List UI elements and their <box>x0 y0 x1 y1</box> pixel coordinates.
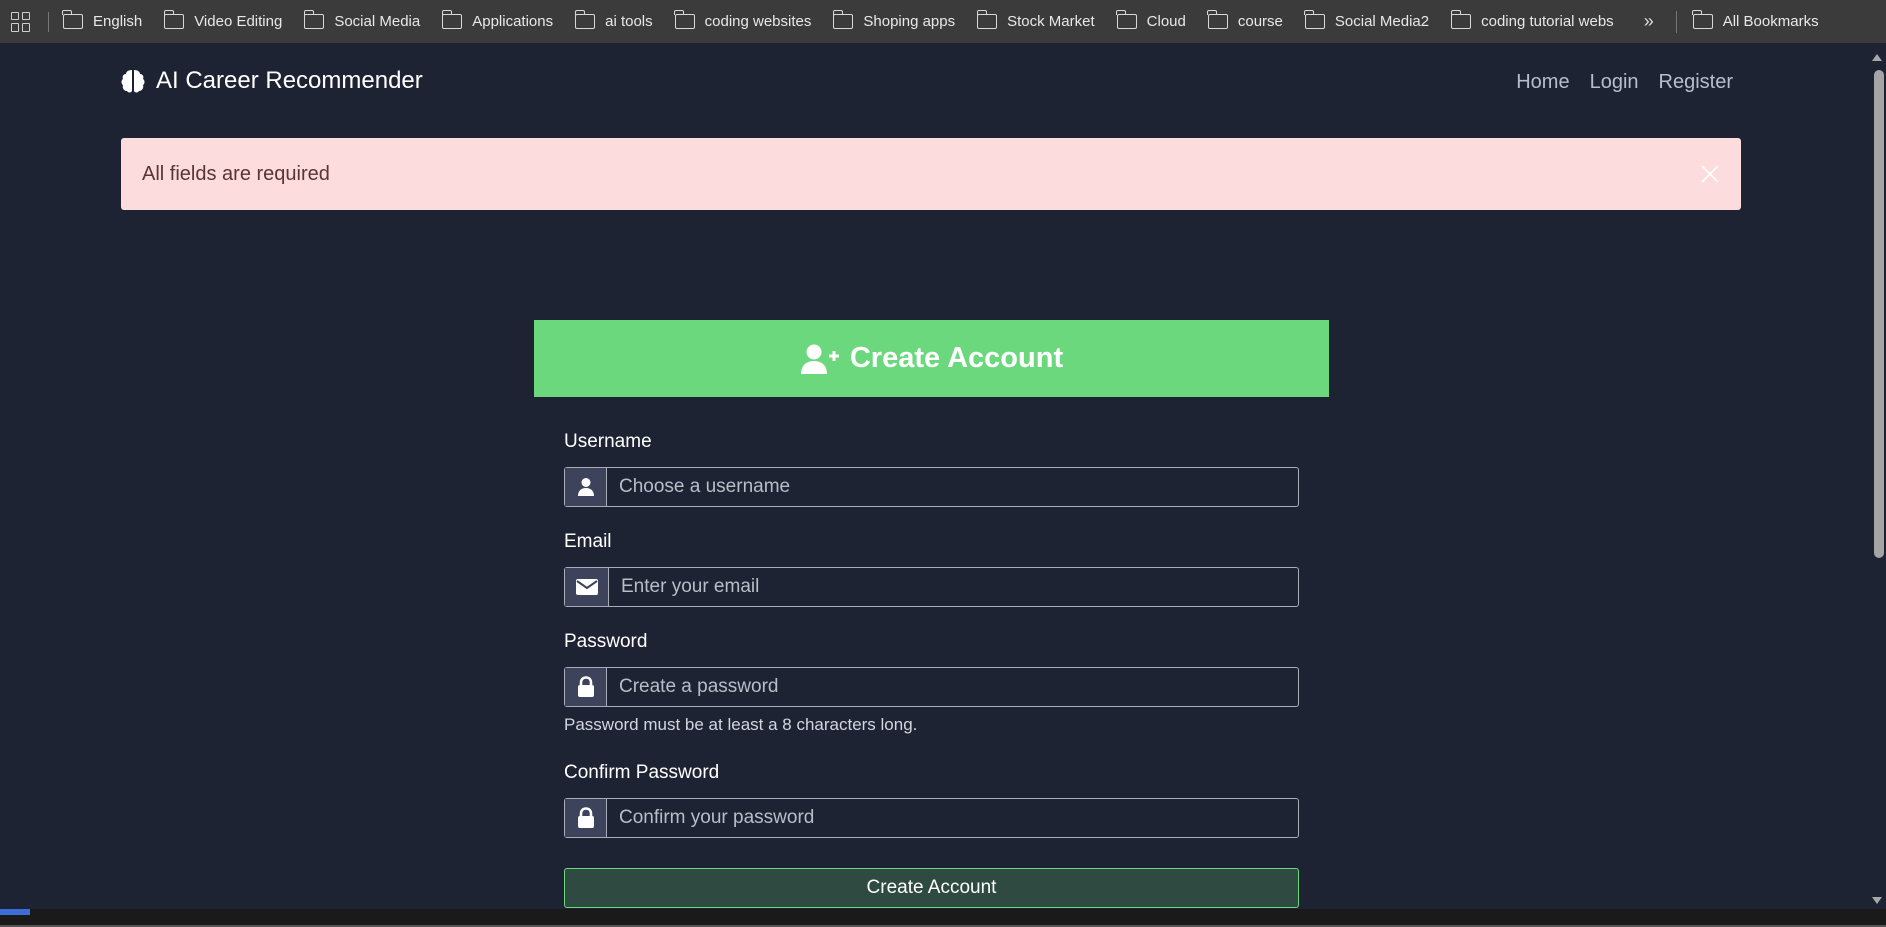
all-bookmarks-folder[interactable]: All Bookmarks <box>1692 10 1819 30</box>
bookmark-folder[interactable]: ai tools <box>574 10 653 30</box>
alert-message: All fields are required <box>142 162 330 185</box>
confirm-password-input[interactable] <box>607 799 1298 837</box>
folder-icon <box>163 10 185 29</box>
lock-icon <box>565 668 607 706</box>
folder-icon <box>832 10 854 29</box>
bookmark-folder[interactable]: Shoping apps <box>832 10 955 30</box>
folder-icon <box>1692 10 1713 29</box>
bookmark-folder[interactable]: Social Media <box>303 10 420 30</box>
username-label: Username <box>564 431 652 452</box>
folder-icon <box>1450 10 1472 29</box>
folder-icon <box>62 10 83 29</box>
folder-icon <box>976 10 998 29</box>
close-icon[interactable] <box>1699 163 1721 185</box>
card-header: Create Account <box>534 320 1329 397</box>
bookmarks-divider <box>1675 10 1677 33</box>
taskbar-accent <box>0 909 30 915</box>
bookmark-folder[interactable]: English <box>62 10 142 30</box>
email-label: Email <box>564 531 612 552</box>
folder-icon <box>303 10 325 29</box>
folder-icon <box>1304 10 1325 29</box>
username-field-group <box>564 467 1299 507</box>
bookmark-folder[interactable]: Stock Market <box>976 10 1095 30</box>
email-input[interactable] <box>609 568 1298 606</box>
password-label: Password <box>564 631 648 652</box>
email-field-group <box>564 567 1299 607</box>
folder-icon <box>441 10 463 29</box>
bookmark-folder[interactable]: Video Editing <box>163 10 282 30</box>
bookmark-folder[interactable]: coding websites <box>674 10 811 30</box>
navbar-brand[interactable]: AI Career Recommender <box>120 67 423 95</box>
password-hint: Password must be at least a 8 characters… <box>564 715 918 734</box>
folder-icon <box>574 10 596 29</box>
error-alert: All fields are required <box>121 138 1741 210</box>
navbar-links: Home Login Register <box>1516 71 1733 94</box>
bookmark-folder[interactable]: coding tutorial webs <box>1450 10 1614 30</box>
bookmarks-bar: English Video Editing Social Media Appli… <box>0 0 1886 43</box>
nav-home-link[interactable]: Home <box>1516 71 1569 94</box>
bookmarks-divider <box>48 11 49 32</box>
folder-icon <box>674 10 695 29</box>
lock-icon <box>565 799 607 837</box>
password-input[interactable] <box>607 668 1298 706</box>
envelope-icon <box>565 568 609 606</box>
scrollbar-thumb[interactable] <box>1874 70 1884 558</box>
bookmark-folder[interactable]: Applications <box>441 10 553 30</box>
confirm-password-field-group <box>564 798 1299 838</box>
confirm-password-label: Confirm Password <box>564 762 720 783</box>
folder-icon <box>1116 10 1137 29</box>
brain-icon <box>121 70 145 93</box>
more-bookmarks-button[interactable]: » <box>1644 11 1654 32</box>
bookmark-folder[interactable]: course <box>1207 10 1283 30</box>
card-title: Create Account <box>849 342 1064 374</box>
scroll-up-arrow-icon[interactable] <box>1872 54 1882 61</box>
nav-register-link[interactable]: Register <box>1659 71 1733 94</box>
brand-title: AI Career Recommender <box>156 67 423 94</box>
password-field-group <box>564 667 1299 707</box>
scroll-down-arrow-icon[interactable] <box>1872 897 1882 904</box>
folder-icon <box>1207 10 1228 29</box>
bookmark-folder[interactable]: Cloud <box>1116 10 1186 30</box>
create-account-button[interactable]: Create Account <box>564 868 1299 908</box>
nav-login-link[interactable]: Login <box>1590 71 1639 94</box>
user-icon <box>565 468 607 506</box>
apps-grid-icon[interactable] <box>11 11 31 32</box>
bookmark-folder[interactable]: Social Media2 <box>1304 10 1429 30</box>
username-input[interactable] <box>607 468 1298 506</box>
user-plus-icon <box>800 344 839 374</box>
